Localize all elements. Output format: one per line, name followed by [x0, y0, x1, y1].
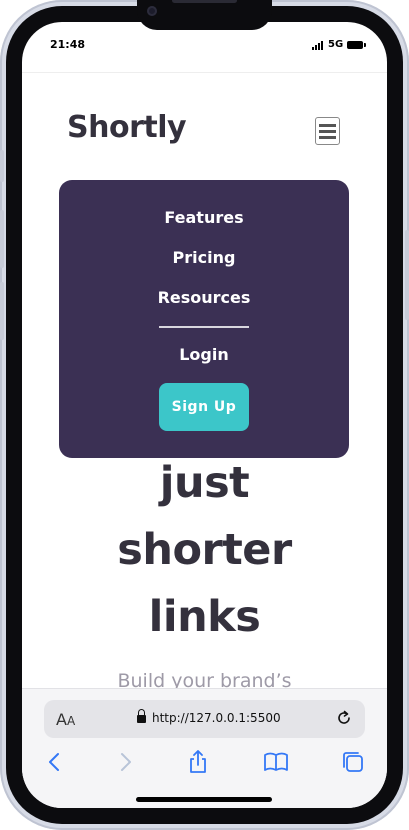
notch: [137, 0, 272, 30]
url-text[interactable]: http://127.0.0.1:5500: [152, 711, 281, 725]
share-icon[interactable]: [185, 749, 211, 775]
volume-down-button: [0, 282, 4, 340]
network-label: 5G: [328, 39, 344, 50]
bookmarks-icon[interactable]: [263, 749, 289, 775]
menu-icon[interactable]: [315, 117, 340, 145]
mute-switch: [0, 150, 4, 182]
login-link[interactable]: Login: [59, 345, 349, 364]
mobile-menu: Features Pricing Resources Login Sign Up: [59, 180, 349, 458]
browser-toolbar: AA http://127.0.0.1:5500: [22, 688, 387, 808]
menu-item-resources[interactable]: Resources: [59, 288, 349, 307]
hero-line-2: shorter: [117, 525, 292, 575]
signup-button[interactable]: Sign Up: [159, 383, 249, 431]
forward-icon[interactable]: [112, 749, 138, 775]
back-icon[interactable]: [42, 749, 68, 775]
battery-icon: [347, 41, 366, 49]
speaker-grille: [172, 0, 237, 3]
status-indicators: 5G: [312, 39, 382, 52]
camera-icon: [147, 6, 157, 16]
lock-icon: [137, 709, 146, 723]
hero-line-3: links: [148, 592, 261, 642]
tabs-icon[interactable]: [340, 749, 366, 775]
power-button: [405, 230, 409, 320]
hero-line-1: just: [159, 458, 250, 508]
logo[interactable]: Shortly: [67, 110, 187, 145]
divider: [22, 72, 387, 73]
text-size-button[interactable]: AA: [56, 710, 75, 729]
menu-item-pricing[interactable]: Pricing: [59, 248, 349, 267]
address-bar[interactable]: AA http://127.0.0.1:5500: [44, 700, 365, 738]
reload-icon[interactable]: [335, 709, 353, 727]
signal-icon: [312, 40, 326, 50]
screen: 21:48 5G just shorter links Build your b…: [22, 22, 387, 808]
menu-item-features[interactable]: Features: [59, 208, 349, 227]
volume-up-button: [0, 210, 4, 268]
status-time: 21:48: [50, 38, 86, 51]
menu-divider: [159, 326, 249, 328]
home-indicator: [136, 797, 272, 802]
